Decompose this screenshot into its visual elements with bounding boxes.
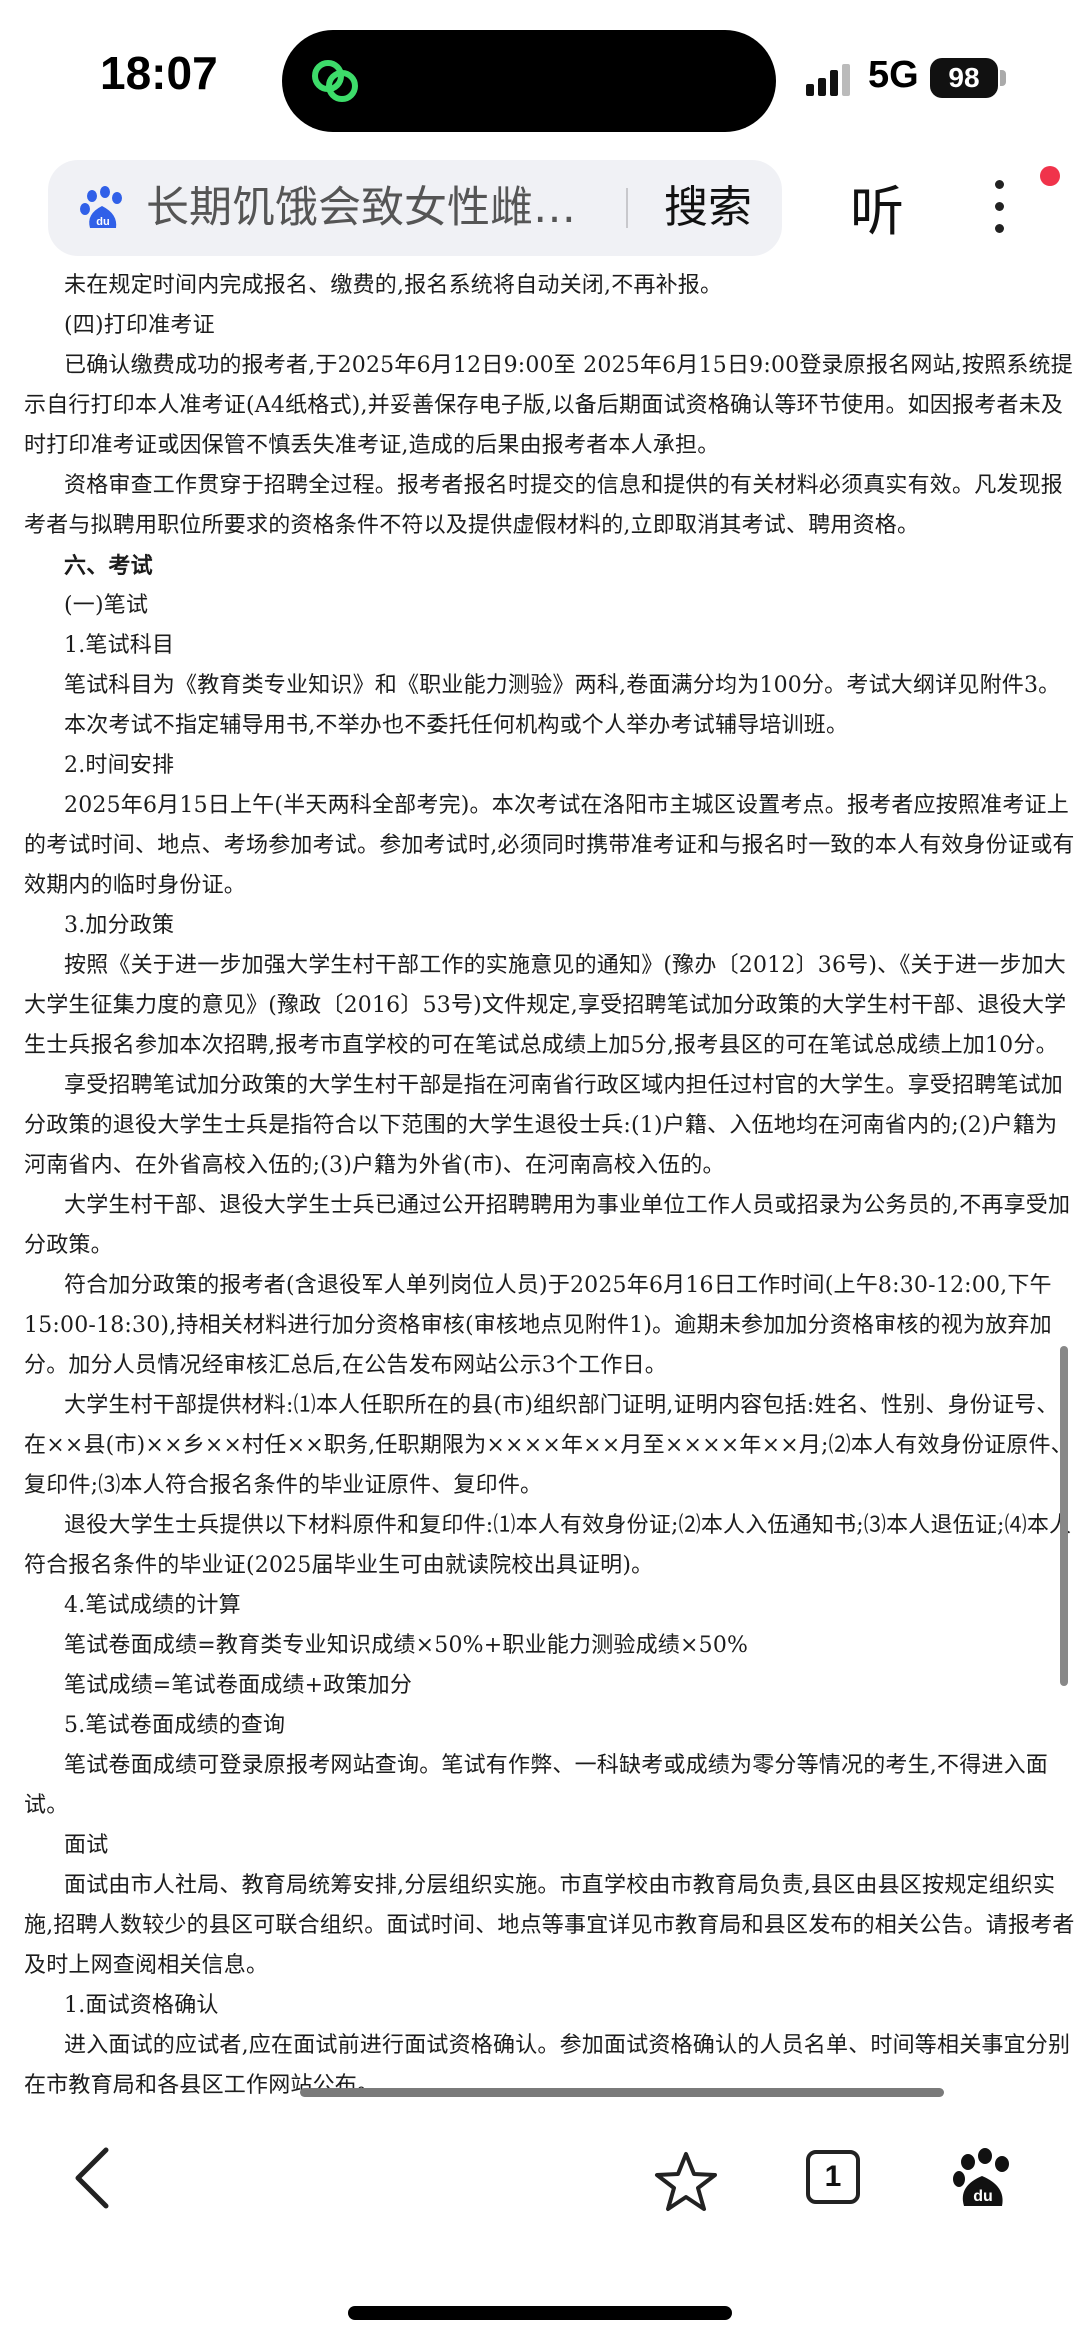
section-heading: 1.面试资格确认 (64, 1993, 219, 2018)
dynamic-island[interactable] (282, 30, 776, 132)
link-app-icon[interactable] (304, 50, 366, 112)
network-type: 5G (868, 54, 919, 96)
baidu-paw-icon: du (80, 186, 122, 228)
browser-header: du 长期饥饿会致女性雌… 搜索 听 (0, 150, 1080, 266)
baidu-paw-icon[interactable]: du (950, 2146, 1016, 2212)
status-bar: 18:07 5G 98 (0, 0, 1080, 150)
paragraph: 退役大学生士兵提供以下材料原件和复印件:⑴本人有效身份证;⑵本人入伍通知书;⑶本… (24, 1513, 1072, 1578)
paragraph: 资格审查工作贯穿于招聘全过程。报考者报名时提交的信息和提供的有关材料必须真实有效… (24, 473, 1064, 538)
home-indicator[interactable] (348, 2306, 732, 2320)
paragraph: 符合加分政策的报考者(含退役军人单列岗位人员)于2025年6月16日工作时间(上… (24, 1273, 1052, 1378)
paragraph: 笔试科目为《教育类专业知识》和《职业能力测验》两科,卷面满分均为100分。考试大… (64, 673, 1061, 698)
search-query-text[interactable]: 长期饥饿会致女性雌… (146, 180, 646, 236)
paragraph: 未在规定时间内完成报名、缴费的,报名系统将自动关闭,不再补报。 (64, 273, 723, 298)
notification-dot (1040, 166, 1060, 186)
section-heading: 3.加分政策 (64, 913, 175, 938)
more-menu-icon[interactable] (984, 180, 1014, 250)
paragraph: 笔试卷面成绩可登录原报考网站查询。笔试有作弊、一科缺考或成绩为零分等情况的考生,… (24, 1753, 1048, 1818)
section-heading: 面试 (64, 1833, 109, 1858)
search-button[interactable]: 搜索 (664, 180, 752, 236)
paragraph: 2025年6月15日上午(半天两科全部考完)。本次考试在洛阳市主城区设置考点。报… (24, 793, 1075, 898)
star-icon[interactable] (654, 2150, 718, 2214)
back-arrow-icon[interactable] (72, 2146, 112, 2210)
cellular-signal-icon (806, 64, 850, 96)
paragraph: 按照《关于进一步加强大学生村干部工作的实施意见的通知》(豫办〔2012〕36号)… (24, 953, 1067, 1058)
listen-button[interactable]: 听 (850, 180, 904, 244)
battery-indicator: 98 (930, 58, 998, 98)
section-heading: 2.时间安排 (64, 753, 175, 778)
section-heading: 4.笔试成绩的计算 (64, 1593, 241, 1618)
tabs-button[interactable]: 1 (806, 2150, 860, 2204)
paragraph: 大学生村干部、退役大学生士兵已通过公开招聘聘用为事业单位工作人员或招录为公务员的… (24, 1193, 1071, 1258)
search-box[interactable]: du 长期饥饿会致女性雌… 搜索 (48, 160, 782, 256)
section-heading: 六、考试 (64, 553, 153, 579)
search-divider (626, 188, 628, 228)
vertical-scrollbar[interactable] (1060, 1346, 1068, 1686)
paragraph: 笔试成绩=笔试卷面成绩+政策加分 (64, 1673, 413, 1698)
paragraph: 享受招聘笔试加分政策的大学生村干部是指在河南省行政区域内担任过村官的大学生。享受… (24, 1073, 1064, 1178)
paragraph: 已确认缴费成功的报考者,于2025年6月12日9:00至 2025年6月15日9… (24, 353, 1073, 458)
section-heading: (四)打印准考证 (64, 313, 215, 338)
paragraph: 笔试卷面成绩=教育类专业知识成绩×50%+职业能力测验成绩×50% (64, 1633, 749, 1658)
status-time: 18:07 (100, 47, 218, 99)
paragraph: 本次考试不指定辅导用书,不举办也不委托任何机构或个人举办考试辅导培训班。 (64, 713, 849, 738)
section-heading: 1.笔试科目 (64, 633, 175, 658)
document-content[interactable]: 未在规定时间内完成报名、缴费的,报名系统将自动关闭,不再补报。 (四)打印准考证… (0, 266, 1080, 2110)
paragraph: 面试由市人社局、教育局统筹安排,分层组织实施。市直学校由市教育局负责,县区由县区… (24, 1873, 1075, 1978)
paragraph: 大学生村干部提供材料:⑴本人任职所在的县(市)组织部门证明,证明内容包括:姓名、… (24, 1393, 1073, 1498)
svg-text:du: du (973, 2188, 993, 2205)
svg-text:du: du (96, 216, 109, 228)
section-heading: 5.笔试卷面成绩的查询 (64, 1713, 286, 1738)
horizontal-scrollbar[interactable] (300, 2088, 944, 2097)
section-heading: (一)笔试 (64, 593, 149, 618)
bottom-toolbar: 1 du (0, 2110, 1080, 2341)
battery-tip (1000, 70, 1006, 86)
